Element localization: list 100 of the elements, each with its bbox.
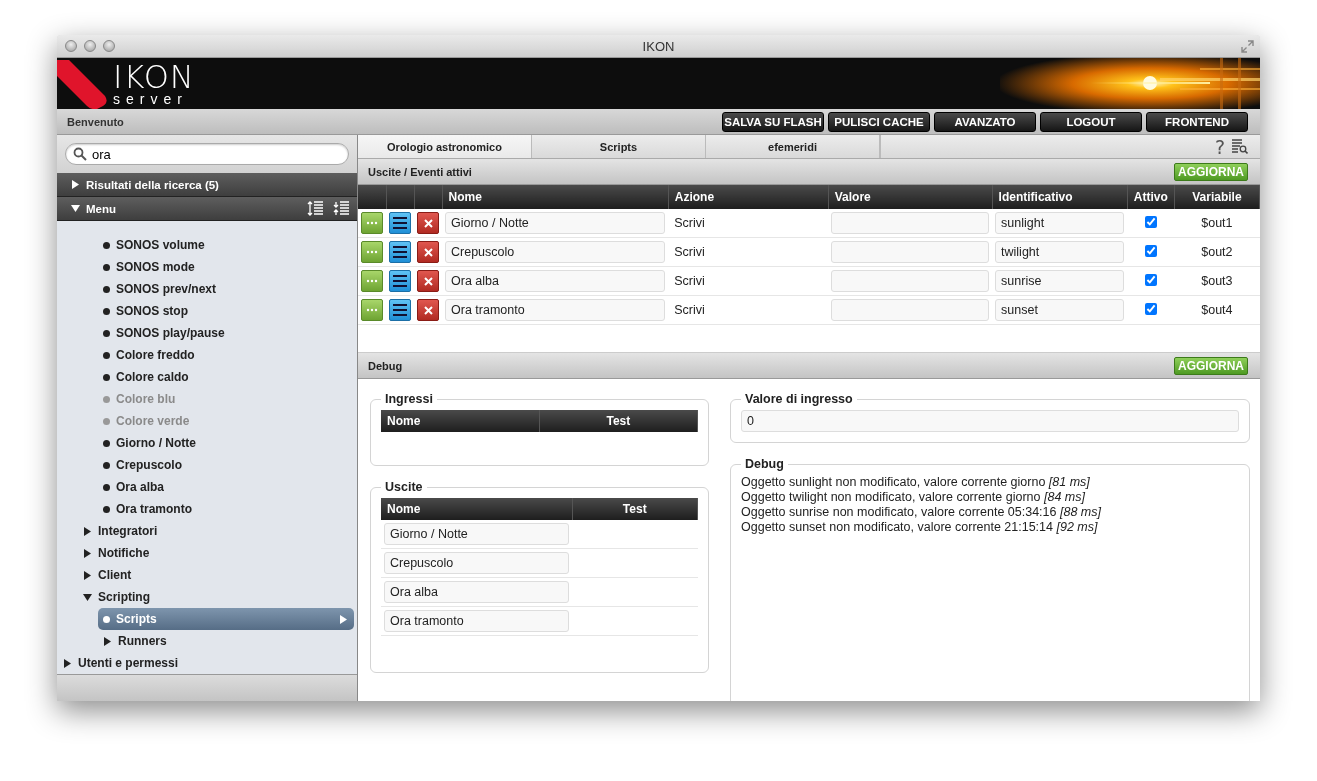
value-field[interactable] — [831, 299, 990, 321]
identifier-field[interactable]: sunrise — [995, 270, 1125, 292]
toolbar-button[interactable]: SALVA SU FLASH — [722, 111, 824, 132]
list-button[interactable] — [389, 212, 411, 234]
window-control[interactable] — [65, 40, 77, 52]
menu-item[interactable]: SONOS volume — [57, 234, 357, 256]
more-button[interactable] — [361, 299, 383, 321]
menu-folder[interactable]: Client — [57, 564, 357, 586]
toolbar-button[interactable]: LOGOUT — [1040, 111, 1142, 132]
window-control[interactable] — [84, 40, 96, 52]
dots-icon — [366, 279, 378, 283]
list-button[interactable] — [389, 299, 411, 321]
menu-folder[interactable]: Notifiche — [57, 542, 357, 564]
input-field[interactable]: 0 — [741, 410, 1239, 432]
collapsed-arrow-icon[interactable] — [63, 658, 72, 668]
bullet-icon — [103, 263, 110, 271]
menu-item[interactable]: SONOS stop — [57, 300, 357, 322]
menu-item[interactable]: SONOS mode — [57, 256, 357, 278]
fullscreen-icon[interactable] — [1241, 40, 1254, 53]
toolbar-button[interactable]: FRONTEND — [1146, 111, 1248, 132]
collapsed-arrow-icon[interactable] — [83, 526, 92, 536]
menu-folder[interactable]: Runners — [57, 630, 357, 652]
value-field[interactable] — [831, 270, 990, 292]
name-field[interactable]: Giorno / Notte — [445, 212, 666, 234]
close-icon — [423, 218, 433, 228]
list-button[interactable] — [389, 241, 411, 263]
identifier-field[interactable]: twilight — [995, 241, 1125, 263]
table-cell: $out2 — [1201, 245, 1233, 259]
collapsed-arrow-icon[interactable] — [71, 180, 80, 189]
section-header[interactable]: Risultati della ricerca (5) — [57, 173, 357, 197]
list-button[interactable] — [389, 270, 411, 292]
menu-item[interactable]: Giorno / Notte — [57, 432, 357, 454]
welcome-text: Benvenuto — [67, 115, 124, 128]
delete-button[interactable] — [417, 270, 439, 292]
value-field[interactable] — [831, 241, 990, 263]
expanded-arrow-icon[interactable] — [83, 592, 92, 602]
menu-item[interactable]: Scripts — [98, 608, 354, 630]
logo-name: IKON — [113, 61, 195, 92]
help-button[interactable]: ? — [1214, 136, 1225, 157]
name-field[interactable]: Ora alba — [384, 581, 569, 603]
tab[interactable]: Orologio astronomico — [358, 135, 532, 158]
table-cell: $out1 — [1201, 216, 1233, 230]
active-checkbox[interactable] — [1144, 273, 1157, 286]
more-button[interactable] — [361, 241, 383, 263]
window-control[interactable] — [103, 40, 115, 52]
bullet-icon — [103, 285, 110, 293]
menu-item[interactable]: Crepuscolo — [57, 454, 357, 476]
active-checkbox[interactable] — [1144, 215, 1157, 228]
tab[interactable]: Scripts — [532, 135, 706, 158]
more-button[interactable] — [361, 270, 383, 292]
expand-all-icon[interactable] — [307, 201, 323, 216]
bullet-icon — [103, 373, 110, 381]
bullet-icon — [103, 483, 110, 491]
menu-item[interactable]: Ora tramonto — [57, 498, 357, 520]
toolbar-button[interactable]: AVANZATO — [934, 111, 1036, 132]
identifier-field[interactable]: sunlight — [995, 212, 1125, 234]
group-title: Valore di ingresso — [744, 392, 854, 406]
collapsed-arrow-icon[interactable] — [83, 570, 92, 580]
name-field[interactable]: Giorno / Notte — [384, 523, 569, 545]
table-cell: $out3 — [1201, 274, 1233, 288]
log-line: Oggetto sunlight non modificato, valore corrente giorno [81 ms] — [741, 475, 1091, 490]
bullet-icon — [103, 395, 110, 403]
tab[interactable]: efemeridi — [706, 135, 880, 158]
menu-folder[interactable]: Scripting — [57, 586, 357, 608]
menu-folder[interactable]: Utenti e permessi — [57, 652, 357, 674]
name-field[interactable]: Ora tramonto — [445, 299, 666, 321]
bullet-icon — [103, 351, 110, 359]
active-checkbox[interactable] — [1144, 244, 1157, 257]
collapsed-arrow-icon[interactable] — [103, 636, 112, 646]
collapsed-arrow-icon[interactable] — [83, 548, 92, 558]
menu-item[interactable]: Colore caldo — [57, 366, 357, 388]
name-field[interactable]: Crepuscolo — [445, 241, 666, 263]
search-field[interactable]: ora — [65, 143, 349, 165]
delete-button[interactable] — [417, 299, 439, 321]
name-field[interactable]: Crepuscolo — [384, 552, 569, 574]
toolbar-button[interactable]: PULISCI CACHE — [828, 111, 930, 132]
column-header: Identificativo — [992, 185, 1128, 209]
delete-button[interactable] — [417, 212, 439, 234]
menu-item[interactable]: Ora alba — [57, 476, 357, 498]
expanded-arrow-icon[interactable] — [71, 204, 80, 213]
section-title: Uscite / Eventi attivi — [368, 165, 472, 178]
group-title: Uscite — [384, 480, 424, 494]
section-title: Debug — [368, 359, 403, 372]
delete-button[interactable] — [417, 241, 439, 263]
menu-item[interactable]: Colore freddo — [57, 344, 357, 366]
value-field[interactable] — [831, 212, 990, 234]
menu-item[interactable]: SONOS prev/next — [57, 278, 357, 300]
name-field[interactable]: Ora alba — [445, 270, 666, 292]
name-field[interactable]: Ora tramonto — [384, 610, 569, 632]
section-header[interactable]: Menu — [57, 197, 357, 221]
log-line: Oggetto sunrise non modificato, valore corrente 05:34:16 [88 ms] — [741, 505, 1102, 520]
list-search-icon[interactable] — [1231, 138, 1248, 155]
column-header: Azione — [668, 185, 829, 209]
more-button[interactable] — [361, 212, 383, 234]
active-checkbox[interactable] — [1144, 302, 1157, 315]
collapse-all-icon[interactable] — [333, 201, 349, 216]
dots-icon — [366, 308, 378, 312]
menu-folder[interactable]: Integratori — [57, 520, 357, 542]
menu-item[interactable]: SONOS play/pause — [57, 322, 357, 344]
identifier-field[interactable]: sunset — [995, 299, 1125, 321]
